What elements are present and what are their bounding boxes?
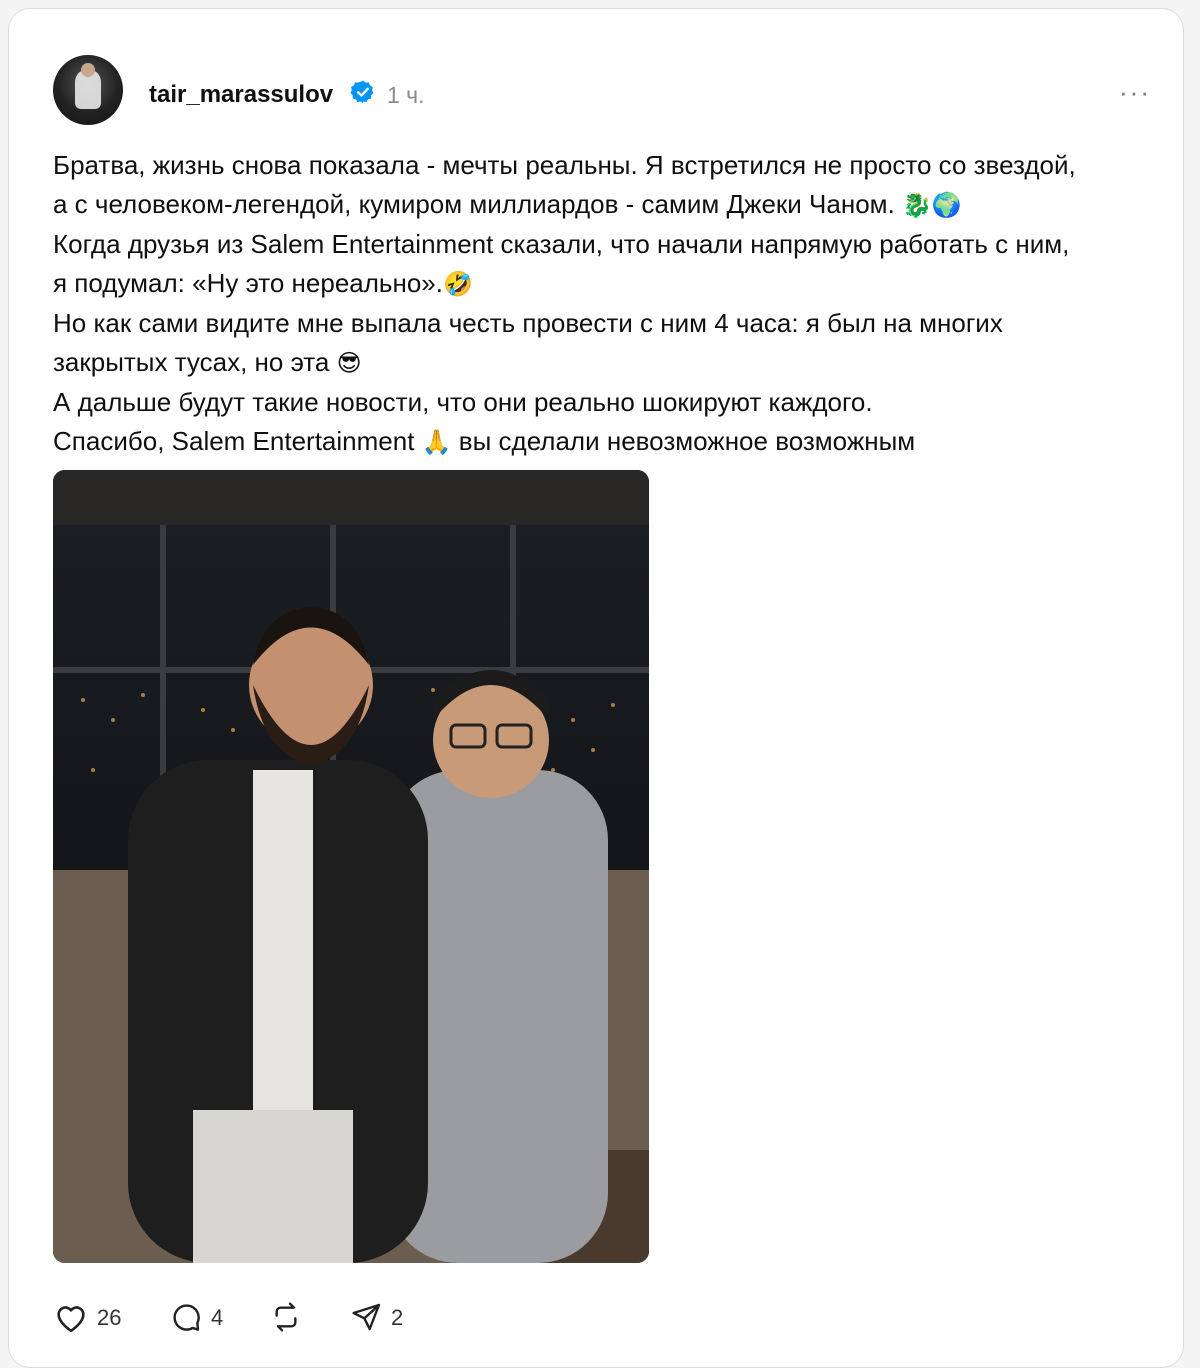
text-line: я подумал: «Ну это нереально».🤣	[53, 268, 473, 298]
send-icon	[352, 1303, 381, 1331]
cool-emoji: 😎	[336, 349, 362, 377]
more-options-button[interactable]: ···	[1119, 77, 1151, 108]
text-line: Братва, жизнь снова показала - мечты реа…	[53, 150, 1076, 180]
comments-count: 4	[211, 1305, 224, 1330]
comment-button[interactable]: 4	[169, 1299, 249, 1335]
verified-badge-icon	[350, 80, 374, 104]
globe-emoji: 🌍	[931, 191, 962, 219]
text-line: Когда друзья из Salem Entertainment сказ…	[53, 229, 1070, 259]
text-line: Но как сами видите мне выпала честь пров…	[53, 308, 1003, 338]
repost-icon	[275, 1302, 297, 1332]
text-line: а с человеком-легендой, кумиром миллиард…	[53, 189, 962, 219]
dragon-emoji: 🐉	[901, 191, 932, 219]
post-photo[interactable]	[53, 470, 649, 1263]
post-header: tair_marassulov 1 ч. ···	[53, 55, 1153, 125]
pray-emoji: 🙏	[421, 428, 452, 456]
text-line: закрытых тусах, но эта 😎	[53, 347, 362, 377]
username-link[interactable]: tair_marassulov	[149, 81, 333, 109]
photo-illustration	[53, 470, 649, 1263]
repost-button[interactable]	[269, 1299, 309, 1335]
text-line: А дальше будут такие новости, что они ре…	[53, 387, 873, 417]
comment-icon	[173, 1304, 200, 1331]
post-actions: 26 4 2	[53, 1299, 553, 1339]
text-line: Спасибо, Salem Entertainment 🙏 вы сделал…	[53, 426, 916, 456]
share-button[interactable]: 2	[351, 1299, 431, 1335]
likes-count: 26	[97, 1305, 122, 1330]
post-time: 1 ч.	[387, 82, 425, 108]
laugh-emoji: 🤣	[442, 270, 473, 298]
avatar[interactable]	[53, 55, 123, 125]
heart-icon	[57, 1306, 85, 1333]
like-button[interactable]: 26	[53, 1299, 143, 1335]
post-text: Братва, жизнь снова показала - мечты реа…	[53, 146, 1163, 462]
post-card: tair_marassulov 1 ч. ··· Братва, жизнь с…	[8, 8, 1184, 1368]
shares-count: 2	[391, 1305, 404, 1330]
